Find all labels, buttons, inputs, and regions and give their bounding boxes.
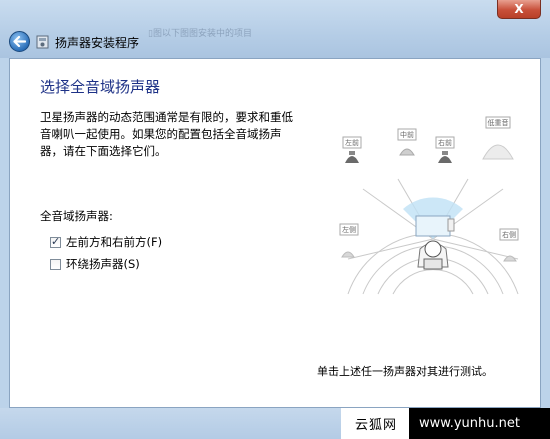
speaker-side-right: 右侧 bbox=[499, 228, 519, 262]
back-arrow-icon bbox=[13, 36, 26, 47]
watermark-site-name: 云狐网 bbox=[355, 418, 398, 433]
speaker-center-label: 中前 bbox=[400, 130, 414, 139]
monitor-icon bbox=[415, 215, 451, 237]
window-title: 扬声器安装程序 bbox=[55, 36, 140, 50]
wizard-content: 选择全音域扬声器 卫星扬声器的动态范围通常是有限的，要求和重低音喇叭一起使用。如… bbox=[9, 58, 541, 408]
speaker-side-left-label: 左侧 bbox=[342, 225, 356, 234]
speaker-subwoofer-label: 低重音 bbox=[488, 118, 509, 127]
listener-icon bbox=[417, 240, 449, 270]
speaker-diagram: 左前 中前 右前 低重音 左侧 右侧 bbox=[339, 116, 519, 295]
full-range-group-label: 全音域扬声器: bbox=[40, 209, 113, 223]
page-description: 卫星扬声器的动态范围通常是有限的，要求和重低音喇叭一起使用。如果您的配置包括全音… bbox=[40, 110, 293, 158]
speaker-front-right: 右前 bbox=[435, 136, 455, 163]
test-hint: 单击上述任一扬声器对其进行测试。 bbox=[317, 365, 493, 378]
checkbox-label: 左前方和右前方(F) bbox=[66, 235, 163, 249]
watermark: 云狐网 www.yunhu.net bbox=[341, 408, 550, 439]
title-bar: ▯图以下图图安装中的项目 X 扬声器安装程序 bbox=[0, 0, 550, 58]
speaker-front-left: 左前 bbox=[342, 136, 362, 163]
background-window-title: ▯图以下图图安装中的项目 bbox=[148, 29, 252, 39]
back-button[interactable] bbox=[9, 31, 30, 52]
speaker-side-right-label: 右侧 bbox=[502, 230, 516, 239]
speaker-subwoofer: 低重音 bbox=[482, 116, 514, 160]
page-heading: 选择全音域扬声器 bbox=[40, 78, 161, 96]
speaker-center: 中前 bbox=[397, 128, 417, 156]
speaker-side-left: 左侧 bbox=[339, 223, 359, 258]
checkbox-label: 环绕扬声器(S) bbox=[66, 257, 140, 271]
checkbox-surround[interactable]: 环绕扬声器(S) bbox=[50, 256, 140, 272]
speaker-front-right-label: 右前 bbox=[438, 138, 452, 147]
speaker-setup-icon bbox=[36, 35, 49, 49]
speaker-front-left-label: 左前 bbox=[345, 138, 359, 147]
watermark-url: www.yunhu.net bbox=[409, 408, 550, 439]
close-button[interactable]: X bbox=[497, 0, 541, 19]
checkbox-checked-icon[interactable] bbox=[50, 235, 61, 248]
checkbox-front-left-right[interactable]: 左前方和右前方(F) bbox=[50, 234, 162, 250]
checkbox-unchecked-icon[interactable] bbox=[50, 258, 61, 270]
